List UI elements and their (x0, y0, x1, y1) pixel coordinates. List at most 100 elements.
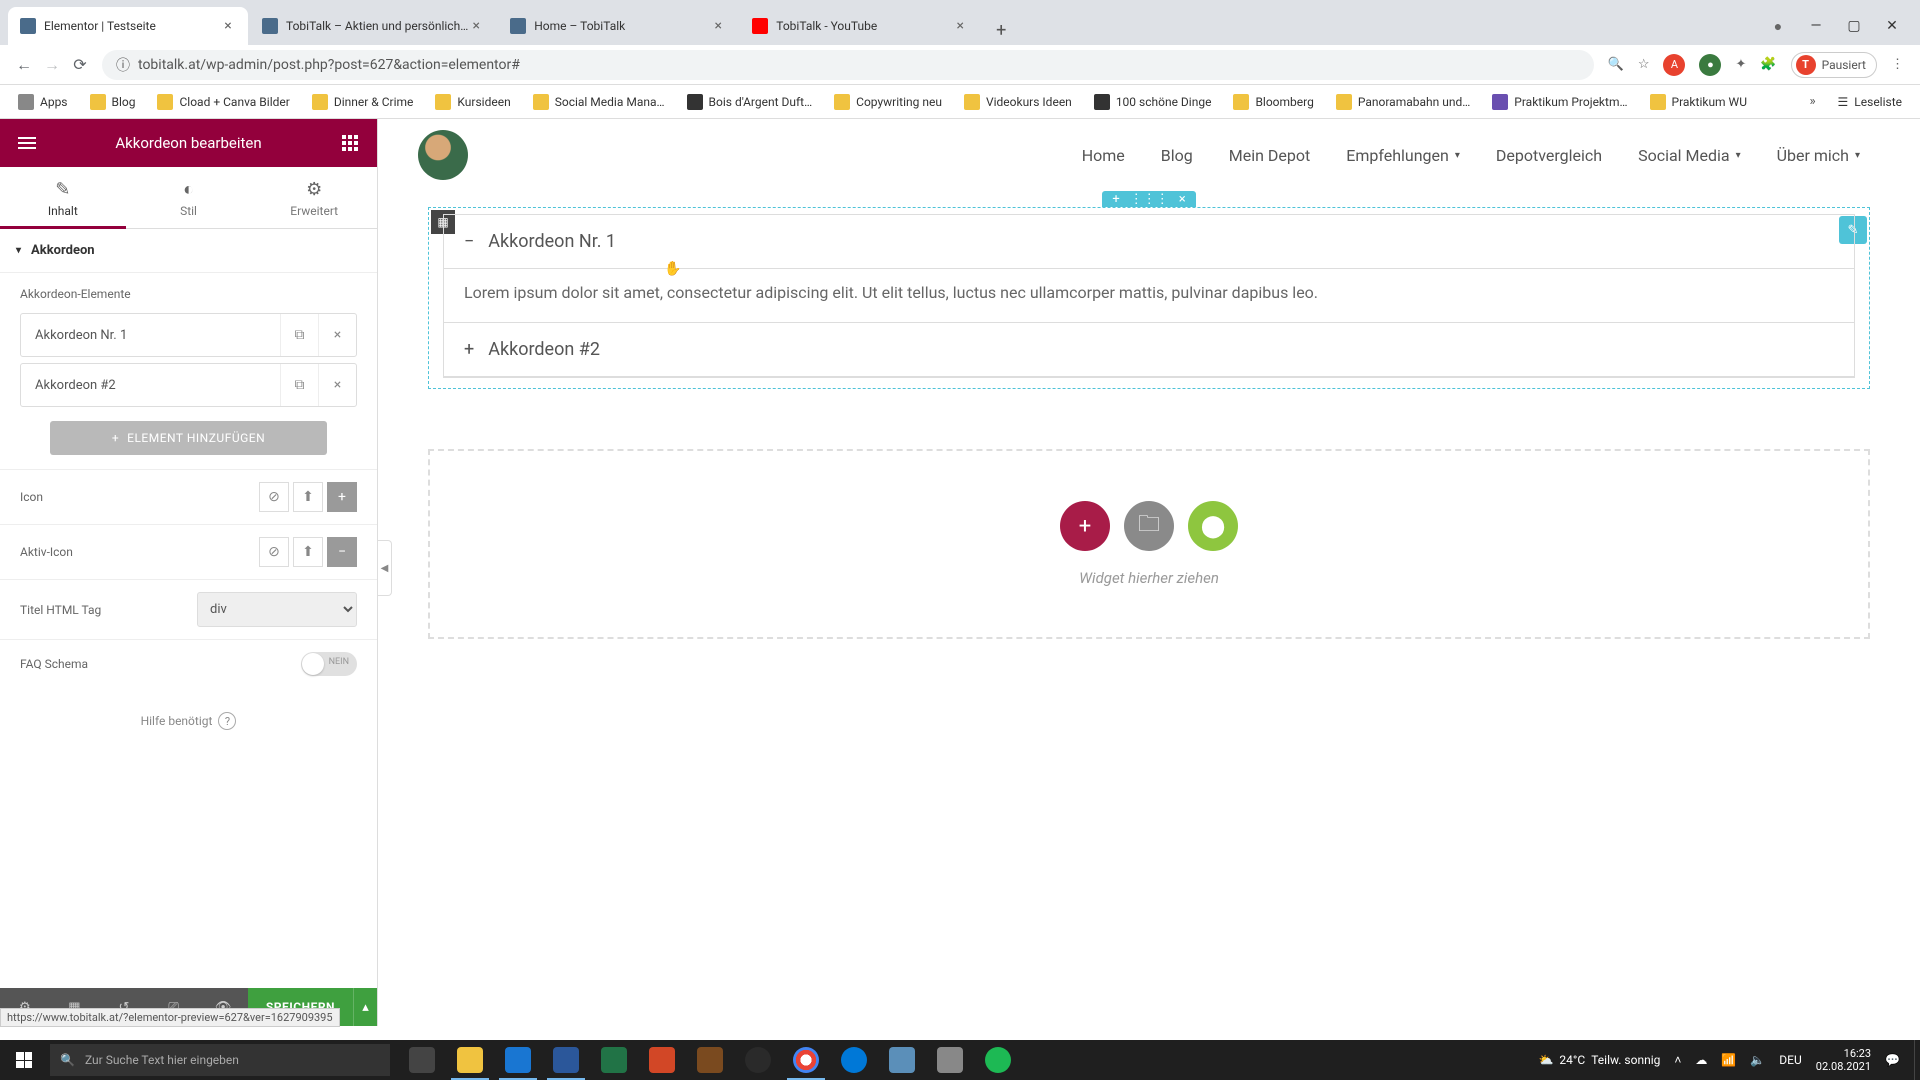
reload-button[interactable]: ⟳ (66, 51, 94, 79)
profile-button[interactable]: T Pausiert (1791, 52, 1877, 78)
network-icon[interactable]: 📶 (1721, 1053, 1736, 1067)
bookmark-item[interactable]: Copywriting neu (826, 90, 950, 114)
duplicate-icon[interactable]: ⧉ (280, 364, 318, 406)
account-icon[interactable]: ● (1768, 18, 1788, 35)
zoom-icon[interactable]: 🔍 (1608, 57, 1624, 72)
weather-widget[interactable]: ⛅ 24°C Teilw. sonnig (1538, 1053, 1660, 1067)
widgets-panel-button[interactable] (337, 130, 363, 156)
accordion-title[interactable]: − Akkordeon Nr. 1 (444, 215, 1854, 268)
widget-selected[interactable]: ▦ ✎ − Akkordeon Nr. 1 Lorem ipsum dolor … (428, 207, 1870, 389)
language-indicator[interactable]: DEU (1779, 1053, 1801, 1067)
add-item-button[interactable]: + ELEMENT HINZUFÜGEN (50, 421, 327, 455)
onedrive-icon[interactable]: ☁ (1695, 1053, 1707, 1067)
browser-tab[interactable]: TobiTalk - YouTube × (740, 7, 980, 45)
remove-icon[interactable]: × (318, 364, 356, 406)
tab-style[interactable]: ◐ Stil (126, 167, 252, 228)
nav-vergleich[interactable]: Depotvergleich (1496, 146, 1602, 165)
back-button[interactable]: ← (10, 51, 38, 79)
plus-icon[interactable]: + (327, 482, 357, 512)
tab-content[interactable]: ✎ Inhalt (0, 167, 126, 228)
add-section-button[interactable]: + (1060, 501, 1110, 551)
spotify-button[interactable] (974, 1040, 1022, 1080)
notifications-icon[interactable]: 💬 (1885, 1053, 1900, 1067)
help-link[interactable]: Hilfe benötigt ? (0, 688, 377, 754)
explorer-button[interactable] (446, 1040, 494, 1080)
repeater-item[interactable]: Akkordeon Nr. 1 ⧉ × (20, 313, 357, 357)
bookmarks-overflow-icon[interactable]: » (1801, 94, 1823, 109)
upload-icon[interactable]: ⬆ (293, 537, 323, 567)
drop-area[interactable]: + 🗀 ⬤ Widget hierher ziehen (428, 449, 1870, 639)
add-template-button[interactable]: 🗀 (1124, 501, 1174, 551)
app-button[interactable] (686, 1040, 734, 1080)
bookmark-item[interactable]: Videokurs Ideen (956, 90, 1080, 114)
html-tag-select[interactable]: div (197, 592, 357, 627)
outlook-button[interactable] (494, 1040, 542, 1080)
nav-empfehlungen[interactable]: Empfehlungen▾ (1346, 146, 1460, 165)
collapse-sidebar-button[interactable]: ◀ (378, 540, 392, 596)
powerpoint-button[interactable] (638, 1040, 686, 1080)
nav-home[interactable]: Home (1082, 146, 1125, 165)
repeater-item[interactable]: Akkordeon #2 ⧉ × (20, 363, 357, 407)
bookmark-item[interactable]: Praktikum Projektm… (1484, 90, 1635, 114)
excel-button[interactable] (590, 1040, 638, 1080)
menu-button[interactable] (14, 130, 40, 156)
bookmark-item[interactable]: 100 schöne Dinge (1086, 90, 1220, 114)
accordion-title[interactable]: + Akkordeon #2 (444, 323, 1854, 376)
accordion-item-closed[interactable]: + Akkordeon #2 (444, 323, 1854, 377)
faq-toggle[interactable]: NEIN (301, 652, 357, 676)
close-window-icon[interactable]: ✕ (1882, 18, 1902, 35)
extension-icon[interactable]: ✦ (1735, 57, 1746, 72)
app-button[interactable] (926, 1040, 974, 1080)
bookmark-item[interactable]: Bois d'Argent Duft… (679, 90, 821, 114)
clock[interactable]: 16:23 02.08.2021 (1816, 1047, 1871, 1073)
remove-icon[interactable]: × (318, 314, 356, 356)
accordion-item-open[interactable]: − Akkordeon Nr. 1 Lorem ipsum dolor sit … (444, 215, 1854, 323)
site-info-icon[interactable]: ⓘ (116, 55, 130, 75)
bookmark-item[interactable]: Panoramabahn und… (1328, 90, 1478, 114)
save-options-button[interactable]: ▴ (353, 988, 377, 1026)
forward-button[interactable]: → (38, 51, 66, 79)
browser-tab-active[interactable]: Elementor | Testseite × (8, 7, 248, 45)
bookmark-item[interactable]: Bloomberg (1225, 90, 1321, 114)
url-input[interactable]: ⓘ tobitalk.at/wp-admin/post.php?post=627… (102, 50, 1594, 80)
nav-about[interactable]: Über mich▾ (1777, 146, 1860, 165)
envato-button[interactable]: ⬤ (1188, 501, 1238, 551)
tab-advanced[interactable]: ⚙ Erweitert (251, 167, 377, 228)
word-button[interactable] (542, 1040, 590, 1080)
close-icon[interactable]: × (468, 18, 484, 34)
extensions-menu-icon[interactable]: 🧩 (1760, 57, 1776, 72)
minus-icon[interactable]: − (327, 537, 357, 567)
nav-blog[interactable]: Blog (1161, 146, 1193, 165)
new-tab-button[interactable]: + (986, 15, 1016, 45)
start-button[interactable] (0, 1040, 48, 1080)
volume-icon[interactable]: 🔈 (1750, 1053, 1765, 1067)
duplicate-icon[interactable]: ⧉ (280, 314, 318, 356)
notepad-button[interactable] (878, 1040, 926, 1080)
browser-tab[interactable]: Home – TobiTalk × (498, 7, 738, 45)
chrome-button[interactable] (782, 1040, 830, 1080)
reading-list-button[interactable]: ☰Leseliste (1830, 91, 1910, 113)
bookmark-star-icon[interactable]: ☆ (1638, 57, 1650, 72)
add-section-icon[interactable]: + (1112, 192, 1119, 207)
bookmark-item[interactable]: Social Media Mana… (525, 90, 673, 114)
upload-icon[interactable]: ⬆ (293, 482, 323, 512)
nav-social[interactable]: Social Media▾ (1638, 146, 1741, 165)
menu-icon[interactable]: ⋮ (1891, 57, 1904, 72)
taskbar-search[interactable]: 🔍 Zur Suche Text hier eingeben (50, 1044, 390, 1076)
show-desktop-button[interactable] (1914, 1040, 1920, 1080)
bookmark-item[interactable]: Cload + Canva Bilder (149, 90, 297, 114)
close-icon[interactable]: × (952, 18, 968, 34)
tray-overflow-icon[interactable]: ˄ (1674, 1053, 1681, 1067)
site-logo[interactable] (418, 130, 468, 180)
bookmark-item[interactable]: Kursideen (427, 90, 518, 114)
task-view-button[interactable] (398, 1040, 446, 1080)
close-icon[interactable]: × (220, 18, 236, 34)
extension-icon[interactable]: A (1663, 54, 1685, 76)
bookmark-item[interactable]: Praktikum WU (1642, 90, 1755, 114)
extension-icon[interactable]: ● (1699, 54, 1721, 76)
none-icon[interactable]: ⊘ (259, 537, 289, 567)
section-heading[interactable]: Akkordeon (0, 229, 377, 273)
obs-button[interactable] (734, 1040, 782, 1080)
none-icon[interactable]: ⊘ (259, 482, 289, 512)
maximize-icon[interactable]: ▢ (1844, 18, 1864, 35)
